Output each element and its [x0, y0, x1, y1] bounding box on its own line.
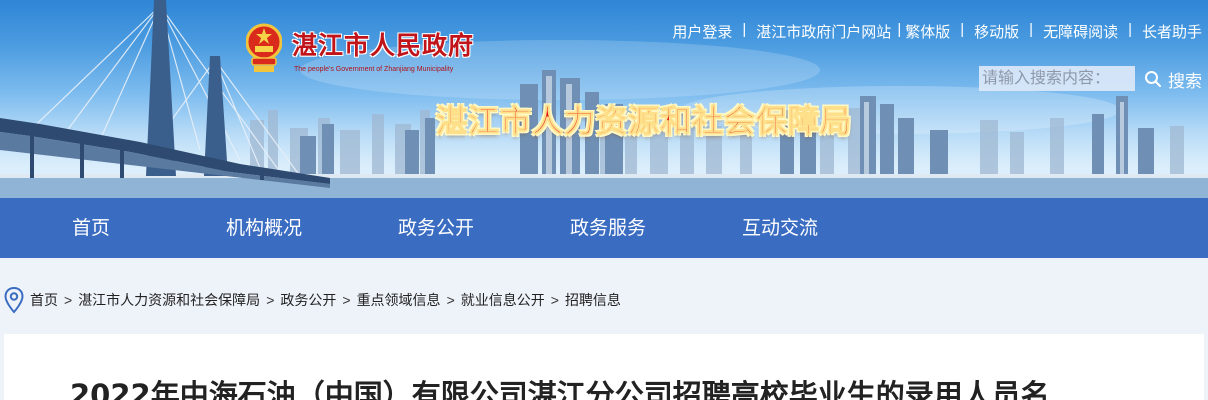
content-panel: 2022年中海石油（中国）有限公司湛江分公司招聘高校毕业生的录用人员名 — [4, 334, 1204, 400]
nav-item-organization[interactable]: 机构概况 — [226, 198, 302, 258]
government-name: 湛江市人民政府 — [292, 31, 475, 60]
national-emblem-icon — [246, 23, 282, 72]
bureau-title: 湛江市人力资源和社会保障局 — [436, 104, 852, 141]
top-links: 用户登录 | 湛江市政府门户网站 | 繁体版 | 移动版 | 无障碍阅读 | 长… — [672, 21, 1202, 42]
breadcrumb-recruitment[interactable]: 招聘信息 — [565, 290, 621, 310]
gov-portal-link[interactable]: 湛江市政府门户网站 — [756, 21, 891, 42]
accessibility-link[interactable]: 无障碍阅读 — [1043, 21, 1118, 42]
nav-item-interaction[interactable]: 互动交流 — [742, 198, 818, 258]
nav-item-government-affairs[interactable]: 政务公开 — [398, 198, 474, 258]
nav-item-services[interactable]: 政务服务 — [570, 198, 646, 258]
main-nav: 首页 机构概况 政务公开 政务服务 互动交流 — [0, 198, 1208, 258]
government-name-english: The people's Government of Zhanjiang Mun… — [294, 66, 454, 73]
header-banner: 湛江市人民政府 The people's Government of Zhanj… — [0, 0, 1208, 198]
breadcrumb-separator: > — [550, 292, 559, 308]
breadcrumb-separator: > — [446, 292, 455, 308]
search-icon — [1145, 71, 1161, 87]
traditional-chinese-link[interactable]: 繁体版 — [905, 21, 950, 42]
link-separator: | — [742, 21, 747, 38]
search-button-label: 搜索 — [1168, 71, 1202, 91]
link-separator: | — [1029, 21, 1034, 38]
link-separator: | — [1128, 21, 1132, 38]
login-link[interactable]: 用户登录 — [672, 21, 732, 42]
link-separator: | — [960, 21, 965, 38]
breadcrumb: 首页 > 湛江市人力资源和社会保障局 > 政务公开 > 重点领域信息 > 就业信… — [4, 286, 621, 314]
breadcrumb-separator: > — [266, 292, 275, 308]
link-separator: | — [897, 21, 902, 38]
search-button[interactable]: 搜索 — [1144, 66, 1202, 92]
mobile-version-link[interactable]: 移动版 — [974, 21, 1019, 42]
nav-item-home[interactable]: 首页 — [72, 198, 110, 258]
breadcrumb-government-affairs[interactable]: 政务公开 — [280, 290, 336, 310]
breadcrumb-employment-info[interactable]: 就业信息公开 — [461, 290, 545, 310]
breadcrumb-separator: > — [64, 292, 73, 308]
search-input[interactable] — [979, 66, 1135, 91]
location-pin-icon — [4, 286, 24, 314]
article-title: 2022年中海石油（中国）有限公司湛江分公司招聘高校毕业生的录用人员名 — [70, 378, 1050, 400]
breadcrumb-bureau[interactable]: 湛江市人力资源和社会保障局 — [78, 290, 260, 310]
elderly-assistant-link[interactable]: 长者助手 — [1142, 21, 1202, 42]
breadcrumb-separator: > — [342, 292, 351, 308]
breadcrumb-key-areas[interactable]: 重点领域信息 — [357, 290, 441, 310]
breadcrumb-home[interactable]: 首页 — [30, 290, 58, 310]
